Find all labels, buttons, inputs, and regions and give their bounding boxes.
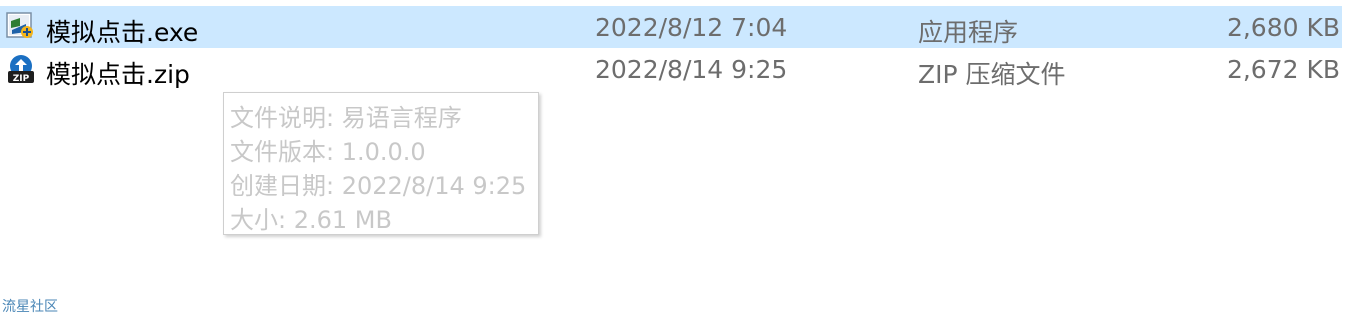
- tooltip-description: 文件说明: 易语言程序: [230, 104, 462, 132]
- file-info-tooltip: 文件说明: 易语言程序 文件版本: 1.0.0.0 创建日期: 2022/8/1…: [223, 92, 539, 235]
- file-type: 应用程序: [918, 18, 1019, 47]
- file-row-exe[interactable]: 模拟点击.exe 2022/8/12 7:04 应用程序 2,680 KB: [0, 6, 1342, 48]
- tooltip-version: 文件版本: 1.0.0.0: [230, 138, 426, 166]
- watermark-text: 流星社区: [2, 299, 58, 315]
- file-type: ZIP 压缩文件: [918, 60, 1066, 89]
- file-row-zip[interactable]: ZIP 模拟点击.zip 2022/8/14 9:25 ZIP 压缩文件 2,6…: [0, 48, 1342, 90]
- file-size: 2,672 KB: [1226, 55, 1340, 84]
- file-name: 模拟点击.zip: [46, 60, 190, 89]
- file-name: 模拟点击.exe: [46, 18, 199, 47]
- file-date: 2022/8/14 9:25: [595, 55, 788, 84]
- svg-text:ZIP: ZIP: [13, 74, 30, 84]
- file-date: 2022/8/12 7:04: [595, 13, 788, 42]
- file-size: 2,680 KB: [1226, 13, 1340, 42]
- tooltip-size: 大小: 2.61 MB: [230, 206, 392, 234]
- tooltip-created: 创建日期: 2022/8/14 9:25: [230, 172, 527, 200]
- exe-app-icon: [6, 12, 36, 42]
- zip-archive-icon: ZIP: [6, 54, 36, 84]
